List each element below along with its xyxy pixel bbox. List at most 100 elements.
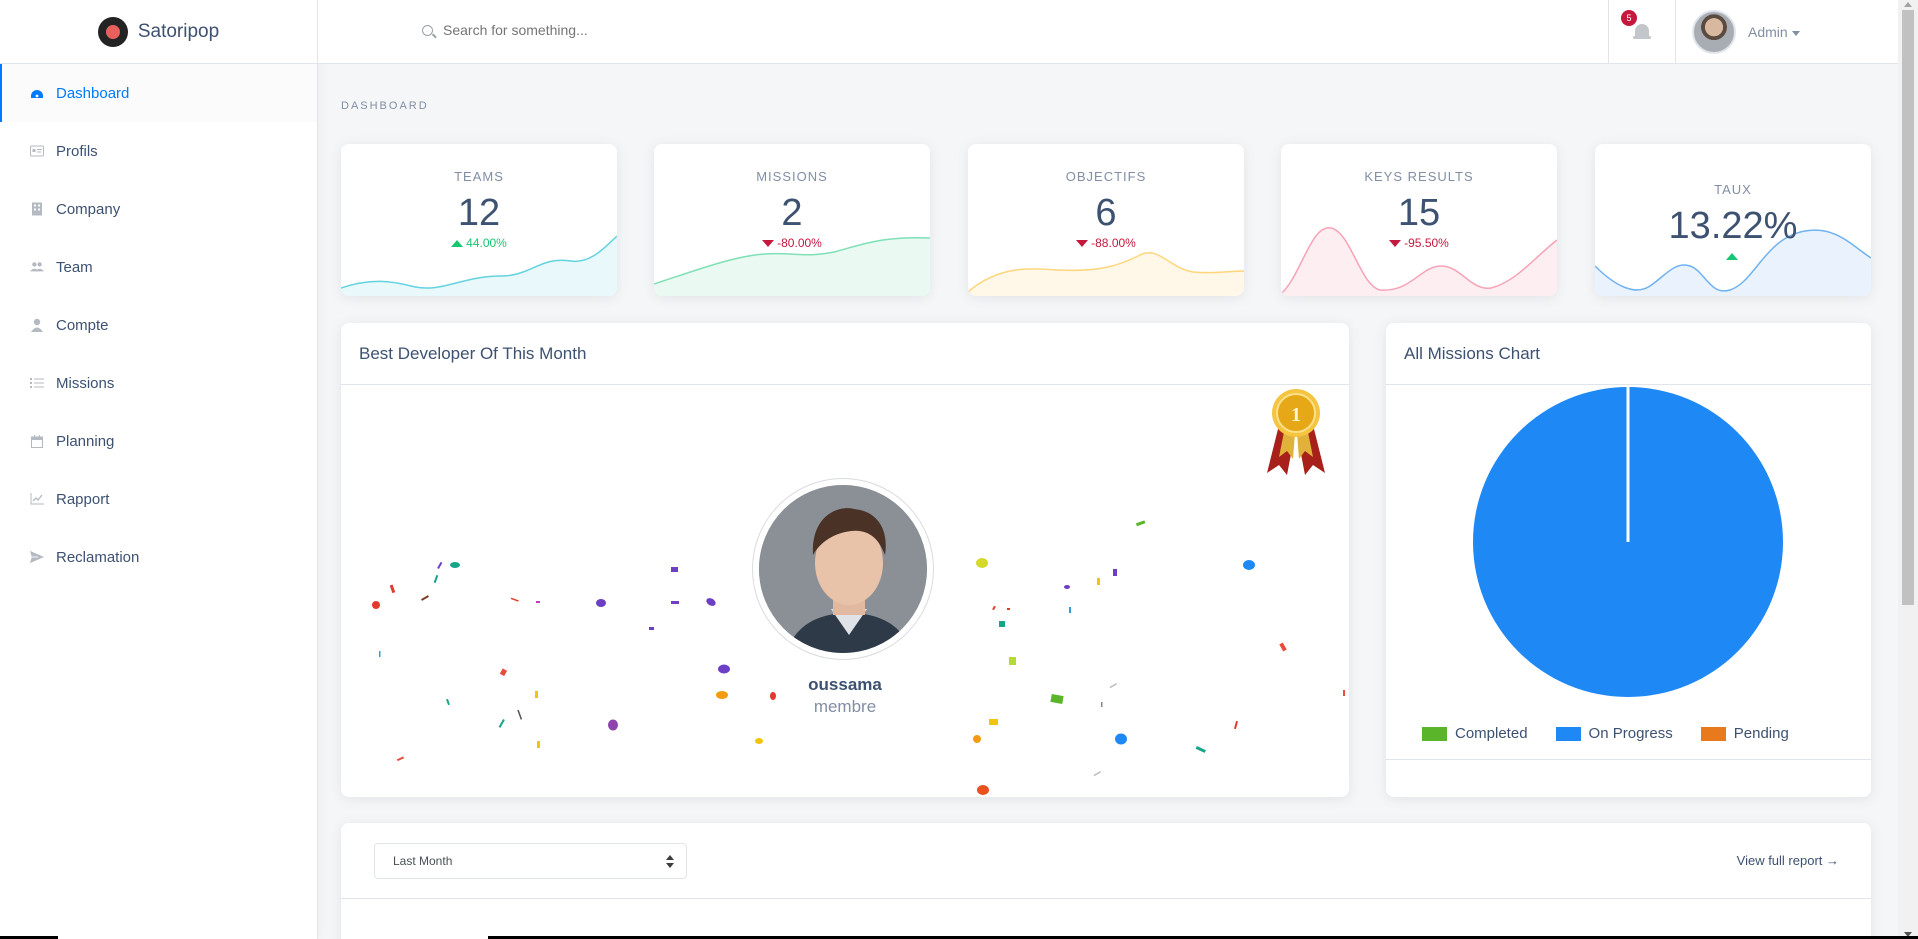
topbar: 5 Admin bbox=[318, 0, 1898, 64]
select-arrows-icon bbox=[666, 855, 674, 868]
missions-pie-chart bbox=[1473, 387, 1783, 697]
trend-down-icon bbox=[762, 240, 775, 248]
gold-medal-icon: 1 bbox=[1267, 389, 1325, 475]
notifications-button[interactable]: 5 bbox=[1608, 0, 1676, 64]
sidebar-item-profils[interactable]: Profils bbox=[0, 122, 317, 180]
sidebar-item-dashboard[interactable]: Dashboard bbox=[0, 64, 317, 122]
chart-legend: Completed On Progress Pending bbox=[1422, 725, 1817, 742]
sidebar-nav: Dashboard Profils Company Team Compte Mi… bbox=[0, 64, 317, 586]
dashboard-icon bbox=[30, 86, 44, 100]
legend-label: On Progress bbox=[1588, 725, 1673, 742]
legend-swatch bbox=[1555, 726, 1581, 741]
sparkline-chart bbox=[654, 236, 930, 296]
sidebar-item-label: Missions bbox=[56, 374, 115, 392]
card-divider bbox=[341, 898, 1871, 899]
legend-swatch bbox=[1700, 726, 1726, 741]
scroll-up-icon[interactable] bbox=[1904, 2, 1912, 7]
user-icon bbox=[30, 318, 44, 332]
sidebar-item-label: Compte bbox=[56, 316, 109, 334]
search-bar bbox=[422, 22, 843, 38]
sidebar-item-label: Company bbox=[56, 200, 121, 218]
users-icon bbox=[30, 260, 44, 274]
sidebar-item-compte[interactable]: Compte bbox=[0, 296, 317, 354]
building-icon bbox=[30, 202, 44, 216]
stat-change-value: 44.00% bbox=[466, 236, 507, 250]
stat-card-taux: TAUX 13.22% bbox=[1595, 144, 1871, 296]
scrollbar-thumb[interactable] bbox=[1902, 10, 1914, 605]
brand-name: Satoripop bbox=[137, 20, 220, 42]
best-developer-avatar bbox=[753, 479, 933, 659]
stat-card-teams: TEAMS 12 44.00% bbox=[341, 144, 617, 296]
list-icon bbox=[30, 376, 44, 390]
stat-label: TEAMS bbox=[454, 169, 504, 184]
sparkline-chart bbox=[1281, 227, 1557, 296]
period-select[interactable]: Last Month bbox=[374, 843, 687, 879]
best-developer-name: oussama bbox=[808, 675, 882, 694]
page-scrollbar[interactable] bbox=[1898, 0, 1918, 939]
brand-logo-icon bbox=[97, 16, 128, 47]
stat-label: TAUX bbox=[1714, 182, 1752, 197]
page-subtitle: DASHBOARD bbox=[341, 100, 429, 112]
legend-item-pending[interactable]: Pending bbox=[1700, 725, 1789, 742]
sparkline-chart bbox=[968, 251, 1244, 296]
report-card: Last Month View full report → bbox=[341, 823, 1871, 939]
best-developer-role: membre bbox=[813, 697, 877, 716]
stat-value: 13.22% bbox=[1668, 205, 1798, 247]
stat-change bbox=[1595, 249, 1871, 263]
id-card-icon bbox=[30, 144, 44, 158]
stat-label: KEYS RESULTS bbox=[1364, 169, 1474, 184]
card-title: All Missions Chart bbox=[1386, 323, 1871, 385]
card-title: Best Developer Of This Month bbox=[341, 323, 1349, 385]
stat-label: OBJECTIFS bbox=[1065, 169, 1147, 184]
sidebar-item-planning[interactable]: Planning bbox=[0, 412, 317, 470]
stat-change-value: -80.00% bbox=[777, 236, 822, 250]
stat-change: -95.50% bbox=[1281, 236, 1557, 250]
send-icon bbox=[30, 550, 44, 564]
trend-down-icon bbox=[1076, 240, 1089, 248]
sidebar-item-company[interactable]: Company bbox=[0, 180, 317, 238]
medal-number: 1 bbox=[1291, 404, 1301, 426]
sidebar-item-rapport[interactable]: Rapport bbox=[0, 470, 317, 528]
sidebar-item-missions[interactable]: Missions bbox=[0, 354, 317, 412]
legend-label: Completed bbox=[1455, 725, 1528, 742]
bell-icon bbox=[1633, 22, 1651, 42]
user-name: Admin bbox=[1748, 24, 1788, 40]
card-footer-divider bbox=[1386, 759, 1871, 760]
sidebar-item-reclamation[interactable]: Reclamation bbox=[0, 528, 317, 586]
chart-icon bbox=[30, 492, 44, 506]
legend-item-on-progress[interactable]: On Progress bbox=[1555, 725, 1673, 742]
stat-card-missions: MISSIONS 2 -80.00% bbox=[654, 144, 930, 296]
search-input[interactable] bbox=[443, 22, 843, 38]
legend-item-completed[interactable]: Completed bbox=[1422, 725, 1528, 742]
stat-change-value: -88.00% bbox=[1091, 236, 1136, 250]
stat-change: -88.00% bbox=[968, 236, 1244, 250]
sidebar-item-label: Reclamation bbox=[56, 548, 140, 566]
sidebar-item-label: Profils bbox=[56, 142, 98, 160]
sidebar-item-label: Planning bbox=[56, 432, 115, 450]
legend-label: Pending bbox=[1733, 725, 1789, 742]
stat-change: 44.00% bbox=[341, 236, 617, 250]
trend-up-icon bbox=[1725, 253, 1738, 260]
brand[interactable]: Satoripop bbox=[0, 0, 317, 64]
notification-count-badge: 5 bbox=[1621, 10, 1637, 26]
best-developer-card: Best Developer Of This Month 1 oussama m… bbox=[341, 323, 1349, 797]
view-full-report-link[interactable]: View full report → bbox=[1737, 853, 1839, 868]
sidebar-item-label: Rapport bbox=[56, 490, 110, 508]
calendar-icon bbox=[30, 434, 44, 448]
stat-change-value: -95.50% bbox=[1404, 236, 1449, 250]
stat-change: -80.00% bbox=[654, 236, 930, 250]
stat-card-keys-results: KEYS RESULTS 15 -95.50% bbox=[1281, 144, 1557, 296]
trend-up-icon bbox=[451, 240, 464, 247]
legend-swatch bbox=[1422, 726, 1447, 741]
trend-down-icon bbox=[1389, 240, 1402, 248]
chevron-down-icon bbox=[1791, 30, 1800, 36]
stat-card-objectifs: OBJECTIFS 6 -88.00% bbox=[968, 144, 1244, 296]
sidebar-item-label: Dashboard bbox=[56, 84, 130, 102]
user-menu[interactable]: Admin bbox=[1692, 10, 1800, 54]
stat-label: MISSIONS bbox=[756, 169, 828, 184]
missions-chart-card: All Missions Chart Completed On Progress… bbox=[1386, 323, 1871, 797]
search-icon bbox=[422, 24, 433, 36]
period-select-value: Last Month bbox=[393, 854, 453, 868]
sidebar-item-team[interactable]: Team bbox=[0, 238, 317, 296]
sidebar: Satoripop Dashboard Profils Company Team bbox=[0, 0, 318, 939]
